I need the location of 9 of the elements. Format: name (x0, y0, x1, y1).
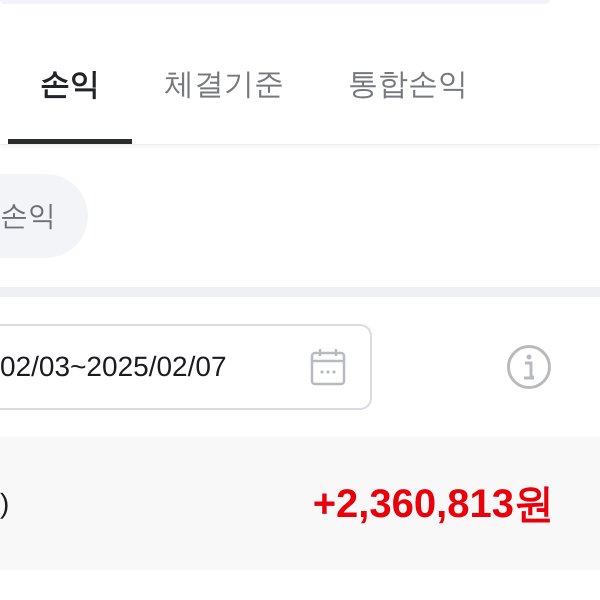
filter-chip[interactable]: 손익 (0, 174, 88, 258)
info-icon[interactable] (506, 344, 552, 390)
date-range-field[interactable]: 02/03~2025/02/07 (0, 324, 372, 410)
profit-amount: +2,360,813원 (312, 480, 554, 528)
tab[interactable]: 통합손익 (316, 44, 500, 144)
calendar-icon (310, 348, 346, 386)
summary-label: ) (0, 486, 10, 521)
tab[interactable]: 손익 (8, 44, 132, 144)
tab[interactable]: 체결기준 (132, 44, 316, 144)
